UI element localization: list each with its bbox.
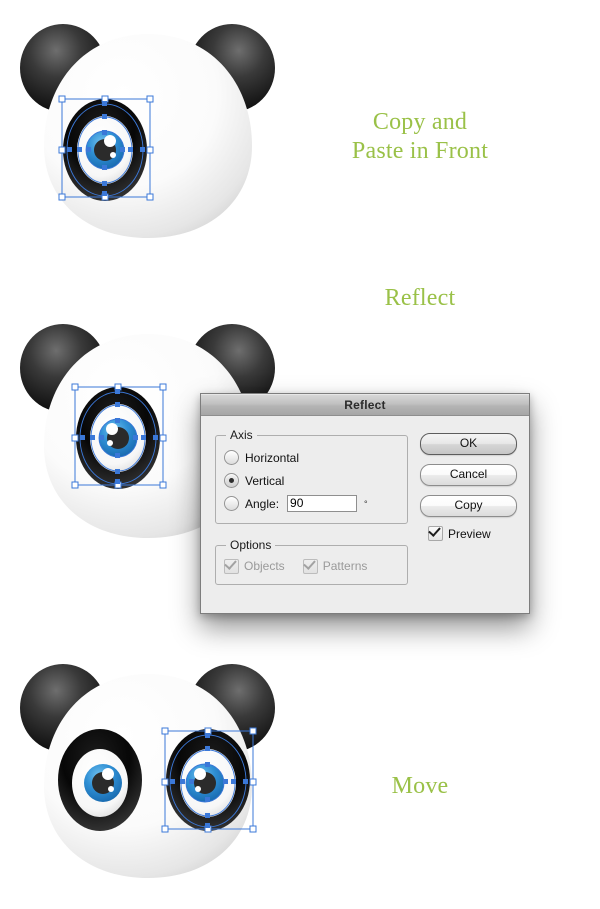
- radio-angle-icon[interactable]: [224, 496, 239, 511]
- axis-group: Axis Horizontal Vertical Angle: °: [215, 428, 408, 524]
- step-label-reflect: Reflect: [384, 285, 456, 311]
- copy-button[interactable]: Copy: [420, 495, 517, 517]
- preview-checkbox[interactable]: Preview: [420, 526, 515, 541]
- dialog-titlebar[interactable]: Reflect: [201, 394, 529, 416]
- step-label-move: Move: [391, 773, 449, 799]
- radio-horizontal-icon[interactable]: [224, 450, 239, 465]
- angle-input[interactable]: [287, 495, 358, 512]
- radio-vertical-icon[interactable]: [224, 473, 239, 488]
- radio-angle[interactable]: Angle: °: [224, 492, 399, 515]
- radio-horizontal[interactable]: Horizontal: [224, 446, 399, 469]
- panda-eye-left: [58, 729, 142, 831]
- checkbox-patterns-label: Patterns: [322, 559, 368, 573]
- degree-symbol: °: [364, 498, 368, 509]
- cancel-button[interactable]: Cancel: [420, 464, 517, 486]
- step-label-copy-paste-in-front: Copy and Paste in Front: [351, 109, 489, 164]
- axis-group-label: Axis: [230, 428, 253, 442]
- panda-artwork-step-1: [20, 24, 275, 238]
- checkbox-objects-icon[interactable]: [224, 558, 239, 574]
- radio-horizontal-label: Horizontal: [245, 450, 300, 465]
- radio-angle-label: Angle:: [245, 496, 280, 511]
- options-group-label: Options: [230, 538, 272, 552]
- checkbox-objects-label: Objects: [244, 559, 285, 573]
- radio-vertical[interactable]: Vertical: [224, 469, 399, 492]
- panda-artwork-step-3: [20, 664, 275, 878]
- reflect-dialog: Reflect Axis Horizontal Vertical Angle: …: [200, 393, 530, 614]
- options-group: Options Objects Patterns: [215, 538, 408, 585]
- dialog-title: Reflect: [344, 398, 386, 412]
- ok-button[interactable]: OK: [420, 433, 517, 455]
- checkbox-preview-icon[interactable]: [428, 526, 443, 541]
- radio-vertical-label: Vertical: [245, 473, 285, 488]
- checkbox-patterns-icon[interactable]: [302, 558, 318, 574]
- checkbox-preview-label: Preview: [448, 526, 491, 541]
- illustration-stage: Copy and Paste in Front Reflect Move Ref…: [0, 0, 600, 909]
